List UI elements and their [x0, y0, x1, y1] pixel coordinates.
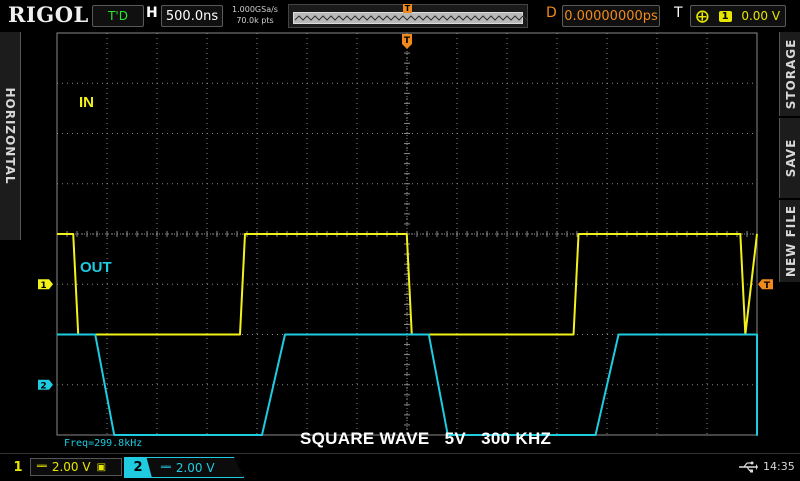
usb-icon — [739, 461, 758, 473]
timebase-label: H — [146, 5, 158, 21]
sample-rate: 1.000GSa/s — [232, 5, 278, 14]
scope-display: 1 2 T T — [38, 32, 773, 436]
brand-logo: RIGOL — [8, 2, 89, 27]
memory-depth: 70.0k pts — [236, 16, 274, 25]
ch1-scale: 2.00 V — [51, 460, 91, 474]
timebase-value[interactable]: 500.0ns — [161, 5, 223, 27]
run-status-indicator[interactable]: T'D — [92, 5, 144, 27]
frequency-readout: Freq=299.8kHz — [64, 438, 143, 449]
ch2-offset-marker: 2 — [38, 379, 53, 391]
ch2-coupling-icon: ══ — [161, 462, 171, 473]
trigger-settings[interactable]: ⨁ 1 0.00 V — [690, 5, 786, 27]
ch1-coupling-icon: ══ — [37, 462, 47, 472]
new-file-tab-label: NEW FILE — [783, 204, 798, 278]
ch2-marker-text: 2 — [40, 381, 46, 391]
trigger-position-marker: T — [402, 34, 412, 49]
horizontal-menu-tab[interactable]: HORIZONTAL — [0, 32, 21, 240]
trigger-position-text: T — [404, 36, 411, 46]
top-status-bar: RIGOL T'D H 500.0ns 1.000GSa/s 70.0k pts… — [0, 0, 800, 30]
trigger-source: 1 — [718, 10, 732, 22]
storage-tab-label: STORAGE — [783, 38, 798, 110]
channel-status-bar: 1 ══ 2.00 V ▣ ══ 2.00 V 2 14:35 — [0, 453, 800, 481]
ch1-offset-marker: 1 — [38, 279, 53, 291]
screen-caption: SQUARE WAVE 5V 300 KHZ — [300, 429, 552, 448]
ch1-bandwidth-icon: ▣ — [96, 461, 107, 473]
channel-markers: 1 2 T T — [38, 34, 773, 391]
ch2-scale-group[interactable]: ══ 2.00 V 2 — [124, 457, 246, 478]
delay-value[interactable]: 0.00000000ps — [562, 5, 660, 27]
trigger-level-marker: T — [758, 279, 773, 291]
ch1-marker-text: 1 — [40, 281, 46, 291]
memory-position-strip[interactable]: T — [288, 4, 528, 28]
ch2-scale-box[interactable]: ══ 2.00 V — [144, 457, 244, 478]
delay-label: D — [546, 5, 557, 21]
ch1-number[interactable]: 1 — [10, 459, 26, 476]
trigger-label: T — [674, 5, 683, 21]
ch2-trace-label: OUT — [80, 259, 112, 276]
ch1-trace-label: IN — [79, 94, 94, 111]
trigger-level-text: T — [764, 281, 771, 291]
new-file-tab[interactable]: NEW FILE — [779, 200, 800, 282]
storage-tab[interactable]: STORAGE — [779, 32, 800, 116]
trigger-level: 0.00 V — [741, 9, 781, 23]
save-tab[interactable]: SAVE — [779, 118, 800, 198]
ch2-scale: 2.00 V — [175, 460, 215, 475]
save-tab-label: SAVE — [783, 138, 798, 178]
memory-trigger-marker: T — [403, 4, 412, 13]
acquisition-info: 1.000GSa/s 70.0k pts — [225, 4, 285, 26]
horizontal-tab-label: HORIZONTAL — [3, 87, 17, 185]
clock: 14:35 — [763, 460, 795, 473]
ch1-scale-box[interactable]: ══ 2.00 V ▣ — [30, 458, 122, 476]
rising-edge-icon: ⨁ — [695, 8, 709, 24]
